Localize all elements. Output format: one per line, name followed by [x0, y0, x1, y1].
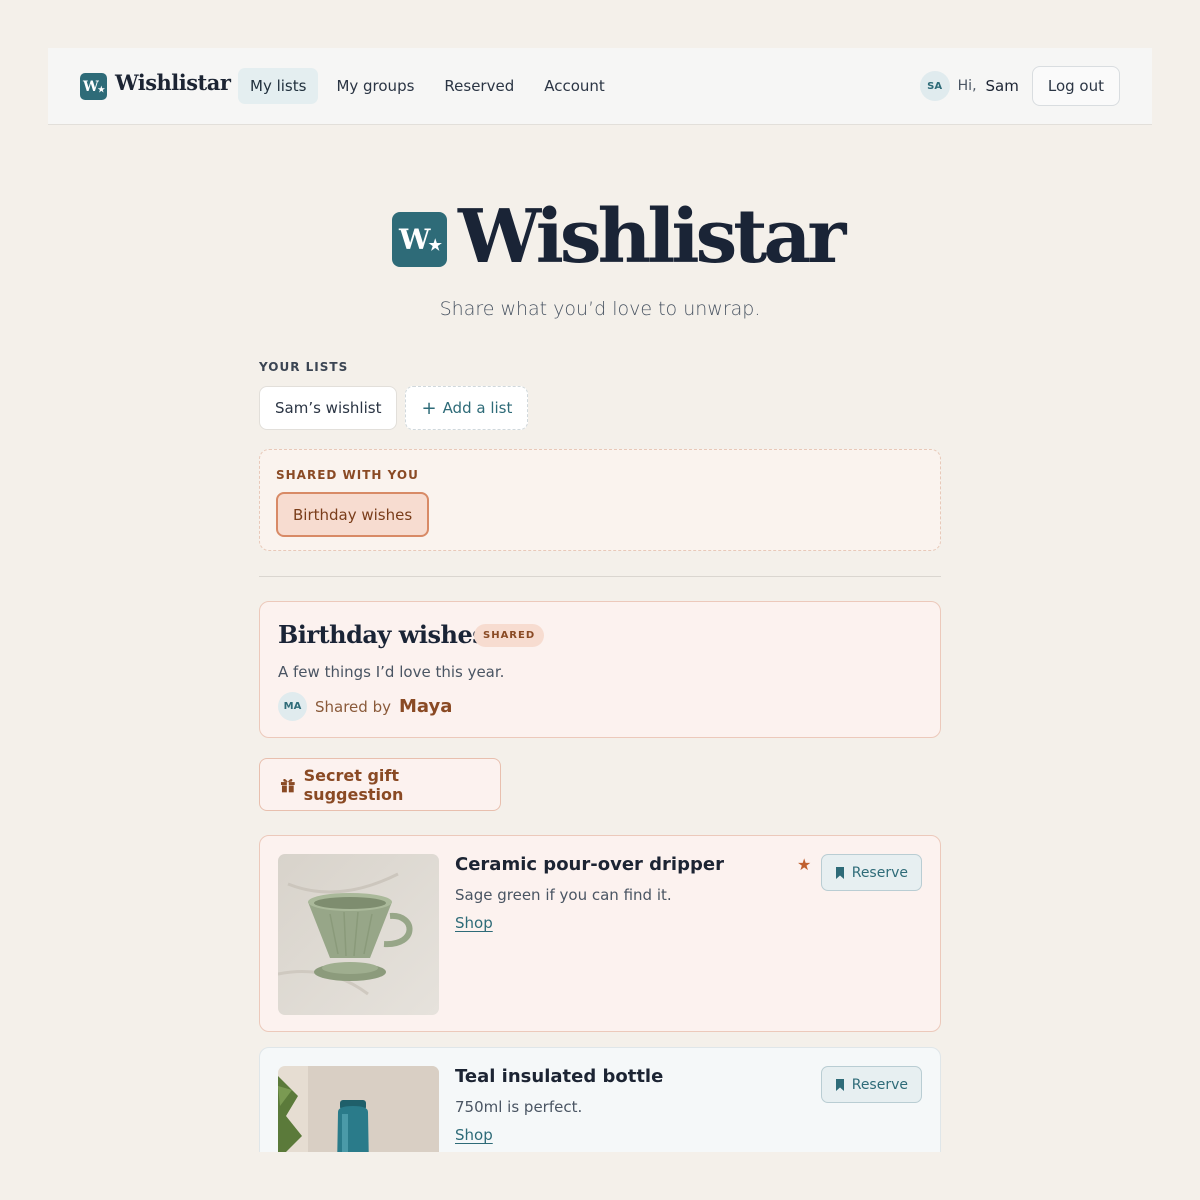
- item-title: Ceramic pour-over dripper: [455, 854, 724, 875]
- your-lists-chips: Sam’s wishlist + Add a list: [259, 386, 941, 430]
- bookmark-icon: [835, 1078, 844, 1091]
- shared-with-you-label: SHARED WITH YOU: [276, 468, 419, 482]
- secret-gift-suggestion-button[interactable]: Secret gift suggestion: [259, 758, 501, 811]
- bookmark-icon: [835, 866, 844, 879]
- add-list-label: Add a list: [442, 399, 513, 417]
- nav-item-my-groups[interactable]: My groups: [324, 68, 426, 104]
- item-shop-link[interactable]: Shop: [455, 1126, 493, 1144]
- main-nav: My lists My groups Reserved Account: [238, 68, 617, 104]
- list-header-card: Birthday wishes SHARED A few things I’d …: [259, 601, 941, 738]
- item-image-teal-bottle: [278, 1066, 439, 1152]
- your-lists-label: YOUR LISTS: [259, 360, 349, 374]
- reserve-label: Reserve: [851, 1076, 908, 1093]
- secret-gift-suggestion-label: Secret gift suggestion: [303, 765, 404, 804]
- reserve-button[interactable]: Reserve: [820, 1066, 922, 1103]
- user-name: Sam: [985, 77, 1019, 95]
- nav-item-my-lists[interactable]: My lists: [238, 68, 319, 104]
- shared-by-label: Shared by: [315, 697, 391, 716]
- shared-badge: SHARED: [474, 624, 545, 647]
- brand-logo-icon[interactable]: W ★: [80, 73, 107, 100]
- gift-icon: [280, 778, 295, 793]
- hero-title: Wishlistar: [458, 194, 846, 280]
- plus-icon: +: [421, 397, 437, 419]
- user-avatar: SA: [919, 71, 950, 101]
- item-note: Sage green if you can find it.: [455, 886, 672, 904]
- list-chip-sams-wishlist[interactable]: Sam’s wishlist: [259, 386, 398, 430]
- item-shop-link[interactable]: Shop: [455, 914, 493, 932]
- star-icon[interactable]: ★: [797, 855, 811, 874]
- shared-with-you-section: SHARED WITH YOU Birthday wishes: [259, 449, 941, 551]
- greeting-text: Hi,: [957, 78, 977, 94]
- nav-item-account[interactable]: Account: [532, 68, 617, 104]
- your-lists-section: YOUR LISTS: [259, 360, 941, 374]
- add-list-button[interactable]: + Add a list: [405, 386, 529, 430]
- shared-by-row: MA Shared by Maya: [278, 692, 452, 721]
- item-note: 750ml is perfect.: [455, 1098, 583, 1116]
- brand-name[interactable]: Wishlistar: [115, 70, 231, 95]
- top-navigation-bar: W ★ Wishlistar My lists My groups Reserve…: [48, 48, 1152, 125]
- owner-avatar: MA: [278, 692, 307, 721]
- wish-item: Teal insulated bottle 750ml is perfect. …: [259, 1047, 941, 1152]
- item-title: Teal insulated bottle: [455, 1066, 664, 1087]
- list-title: Birthday wishes: [278, 620, 486, 649]
- list-description: A few things I’d love this year.: [278, 663, 505, 681]
- app-frame: W ★ Wishlistar My lists My groups Reserve…: [48, 48, 1152, 1152]
- section-divider: [259, 576, 941, 577]
- hero-tagline: Share what you’d love to unwrap.: [439, 298, 761, 320]
- user-menu: SA Hi, Sam Log out: [919, 66, 1120, 106]
- nav-item-reserved[interactable]: Reserved: [432, 68, 526, 104]
- list-chip-birthday-wishes[interactable]: Birthday wishes: [276, 492, 430, 537]
- reserve-button[interactable]: Reserve: [820, 854, 922, 891]
- logout-button[interactable]: Log out: [1031, 66, 1120, 106]
- owner-name: Maya: [398, 696, 453, 717]
- item-image-ceramic-dripper: [278, 854, 439, 1015]
- reserve-label: Reserve: [851, 864, 908, 881]
- wish-item: Ceramic pour-over dripper Sage green if …: [259, 835, 941, 1032]
- hero-logo-icon: W ★: [392, 212, 447, 267]
